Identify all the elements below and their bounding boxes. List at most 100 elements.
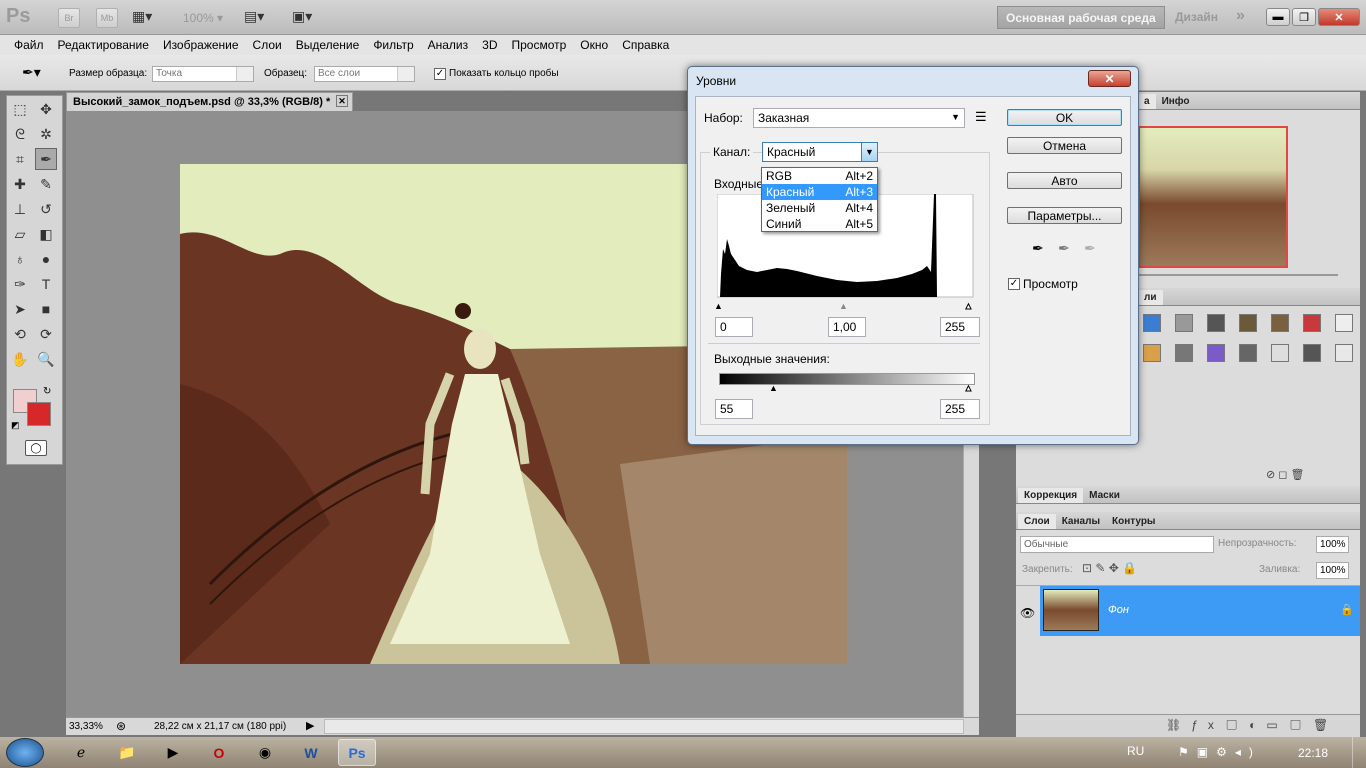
system-tray-icons[interactable]: ⚑▣⚙◂): [1178, 745, 1261, 759]
eraser-tool-icon[interactable]: ▱: [9, 223, 31, 245]
firefox-icon[interactable]: ◉: [246, 739, 284, 766]
style-swatch[interactable]: [1303, 344, 1321, 362]
zoom-tool-icon[interactable]: 🔍: [35, 348, 57, 370]
menu-view[interactable]: Просмотр: [511, 38, 566, 52]
marquee-tool-icon[interactable]: ⬚: [9, 98, 31, 120]
start-button[interactable]: [6, 738, 44, 767]
output-black-slider[interactable]: ▲: [769, 383, 778, 393]
input-slider-track[interactable]: ▲ ▲ ▲: [714, 301, 974, 312]
gradient-tool-icon[interactable]: ◧: [35, 223, 57, 245]
view-extras-button[interactable]: ▦▾: [132, 8, 168, 28]
status-menu-arrow-icon[interactable]: ▶: [306, 719, 314, 732]
sample-size-select[interactable]: Точка: [152, 66, 254, 82]
channel-select[interactable]: Красный ▼: [762, 142, 878, 162]
channel-option-rgb[interactable]: RGB Alt+2: [762, 168, 877, 184]
options-button[interactable]: Параметры...: [1007, 207, 1122, 224]
input-white-field[interactable]: 255: [940, 317, 980, 337]
tab-navigator[interactable]: а: [1138, 94, 1156, 109]
workspace-design-button[interactable]: Дизайн: [1175, 10, 1218, 24]
style-swatch[interactable]: [1335, 344, 1353, 362]
default-colors-icon[interactable]: ◩: [11, 420, 20, 431]
output-slider-track[interactable]: ▲ ▲: [714, 383, 974, 394]
quick-mask-icon[interactable]: ◯: [25, 440, 47, 456]
output-white-slider[interactable]: ▲: [964, 383, 974, 394]
layer-name[interactable]: Фон: [1108, 604, 1129, 616]
3d-orbit-tool-icon[interactable]: ⟳: [35, 323, 57, 345]
layers-panel-buttons[interactable]: ⛓ƒx◻◐▭◻🗑: [1016, 714, 1360, 737]
screen-mode-button[interactable]: ▣▾: [292, 8, 328, 28]
style-swatch[interactable]: [1143, 344, 1161, 362]
styles-panel-buttons[interactable]: ⊘ ◻ 🗑: [1266, 468, 1304, 481]
channel-option-green[interactable]: Зеленый Alt+4: [762, 200, 877, 216]
style-swatch[interactable]: [1303, 314, 1321, 332]
close-button[interactable]: ✕: [1318, 8, 1360, 26]
tab-info[interactable]: Инфо: [1156, 94, 1196, 109]
black-eyedropper-icon[interactable]: ✒: [1032, 240, 1044, 257]
pen-tool-icon[interactable]: ✑: [9, 273, 31, 295]
input-white-slider[interactable]: ▲: [964, 301, 974, 312]
menu-analysis[interactable]: Анализ: [428, 38, 469, 52]
document-tab[interactable]: Высокий_замок_подъем.psd @ 33,3% (RGB/8)…: [66, 92, 353, 111]
swap-colors-icon[interactable]: ↻: [43, 386, 51, 397]
channel-option-red[interactable]: Красный Alt+3: [762, 184, 877, 200]
photoshop-taskbar-icon[interactable]: Ps: [338, 739, 376, 766]
more-workspaces-icon[interactable]: »: [1236, 7, 1245, 25]
clock[interactable]: 22:18: [1298, 746, 1328, 760]
fill-input[interactable]: 100%: [1316, 562, 1349, 579]
style-swatch[interactable]: [1239, 314, 1257, 332]
lock-icons[interactable]: ⊡ ✎ ✥ 🔒: [1082, 561, 1137, 575]
style-swatch[interactable]: [1207, 344, 1225, 362]
tab-adjustments[interactable]: Коррекция: [1018, 488, 1084, 503]
navigator-zoom-slider[interactable]: [1138, 274, 1338, 276]
levels-close-button[interactable]: ✕: [1088, 70, 1131, 87]
menu-image[interactable]: Изображение: [163, 38, 239, 52]
style-swatch[interactable]: [1175, 314, 1193, 332]
close-document-icon[interactable]: ✕: [336, 95, 348, 107]
tab-layers[interactable]: Слои: [1018, 514, 1056, 529]
type-tool-icon[interactable]: T: [35, 273, 57, 295]
input-black-field[interactable]: 0: [715, 317, 753, 337]
ok-button[interactable]: OK: [1007, 109, 1122, 126]
white-eyedropper-icon[interactable]: ✒: [1084, 240, 1096, 257]
style-swatch[interactable]: [1335, 314, 1353, 332]
auto-button[interactable]: Авто: [1007, 172, 1122, 189]
status-zoom[interactable]: 33,33%: [69, 721, 103, 732]
mini-bridge-button[interactable]: Mb: [96, 8, 118, 28]
tab-styles[interactable]: ли: [1138, 290, 1163, 305]
brush-tool-icon[interactable]: ✎: [35, 173, 57, 195]
style-swatch[interactable]: [1175, 344, 1193, 362]
word-icon[interactable]: W: [292, 739, 330, 766]
eyedropper-tool-icon[interactable]: ✒: [35, 148, 57, 170]
shape-tool-icon[interactable]: ■: [35, 298, 57, 320]
internet-explorer-icon[interactable]: ℯ: [62, 739, 100, 766]
tab-channels[interactable]: Каналы: [1056, 514, 1106, 529]
blend-mode-select[interactable]: Обычные: [1020, 536, 1214, 553]
input-gamma-slider[interactable]: ▲: [839, 301, 848, 311]
bridge-button[interactable]: Br: [58, 8, 80, 28]
menu-window[interactable]: Окно: [580, 38, 608, 52]
layer-row[interactable]: Фон 🔒: [1040, 586, 1360, 636]
output-white-field[interactable]: 255: [940, 399, 980, 419]
menu-layer[interactable]: Слои: [253, 38, 282, 52]
menu-filter[interactable]: Фильтр: [373, 38, 413, 52]
show-desktop-button[interactable]: [1352, 737, 1366, 768]
menu-select[interactable]: Выделение: [296, 38, 360, 52]
hand-tool-icon[interactable]: ✋: [9, 348, 31, 370]
crop-tool-icon[interactable]: ⌗: [9, 148, 31, 170]
navigator-preview[interactable]: [1138, 126, 1288, 268]
opera-icon[interactable]: O: [200, 739, 238, 766]
healing-brush-tool-icon[interactable]: ✚: [9, 173, 31, 195]
horizontal-scrollbar[interactable]: [324, 719, 964, 734]
magic-wand-tool-icon[interactable]: ✲: [35, 123, 57, 145]
arrange-documents-button[interactable]: ▤▾: [244, 8, 280, 28]
layer-visibility-icon[interactable]: 👁: [1020, 606, 1035, 620]
dodge-tool-icon[interactable]: ●: [35, 248, 57, 270]
input-black-slider[interactable]: ▲: [714, 301, 723, 311]
minimize-button[interactable]: ▬: [1266, 8, 1290, 26]
menu-edit[interactable]: Редактирование: [58, 38, 149, 52]
style-swatch[interactable]: [1239, 344, 1257, 362]
cancel-button[interactable]: Отмена: [1007, 137, 1122, 154]
style-swatch[interactable]: [1271, 314, 1289, 332]
menu-3d[interactable]: 3D: [482, 38, 497, 52]
blur-tool-icon[interactable]: ♁: [9, 248, 31, 270]
